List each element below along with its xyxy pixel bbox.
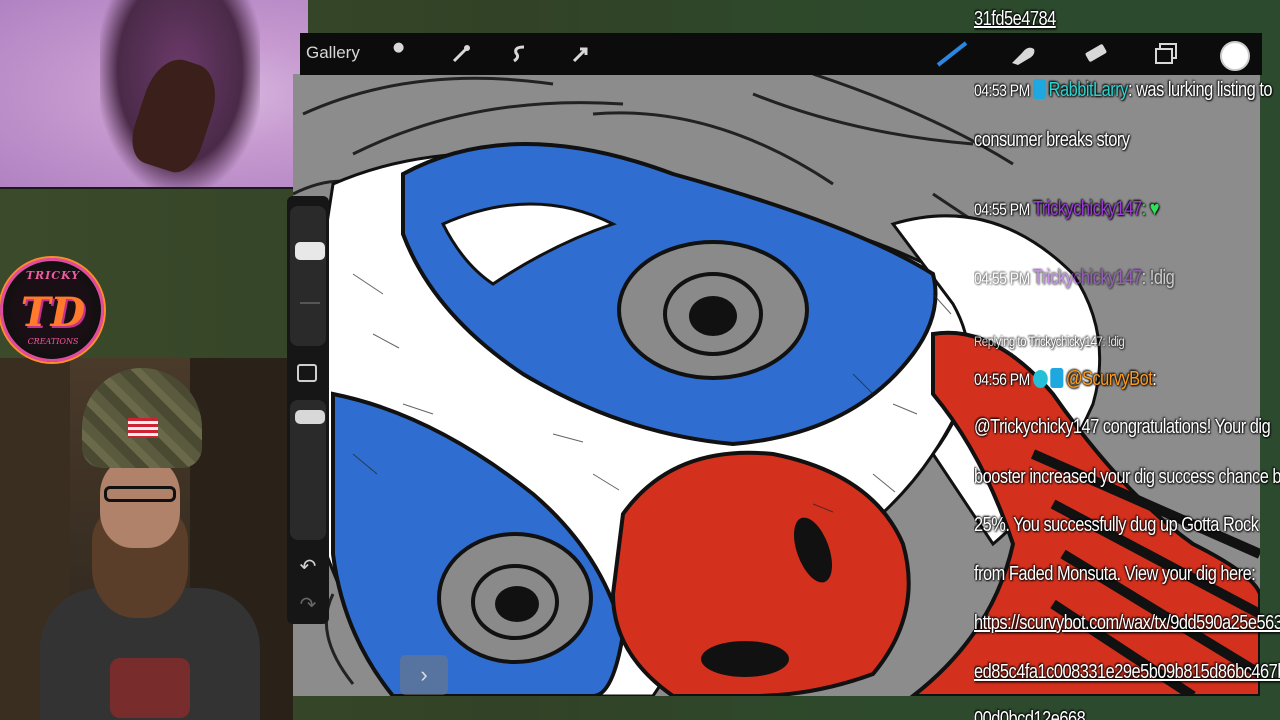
artwork-pupil-top bbox=[689, 296, 737, 336]
chat-text: : was lurking listing to bbox=[1127, 79, 1273, 101]
channel-logo: TRICKY TD CREATIONS bbox=[0, 258, 104, 362]
flag-patch bbox=[128, 418, 158, 438]
performer-webcam bbox=[0, 0, 308, 189]
artwork-pupil-bottom bbox=[495, 586, 539, 622]
redo-icon[interactable]: ↷ bbox=[293, 592, 323, 618]
transform-arrow-icon[interactable] bbox=[568, 41, 594, 67]
expand-button[interactable]: › bbox=[400, 655, 448, 695]
streamer-webcam bbox=[0, 358, 293, 720]
brush-icon[interactable] bbox=[936, 41, 968, 67]
shirt-print bbox=[110, 658, 190, 718]
chat-message: 04:53 PM RabbitLarry: was lurking listing… bbox=[974, 77, 1273, 104]
chat-username[interactable]: Trickychicky147 bbox=[1033, 267, 1142, 289]
chat-username[interactable]: @ScurvyBot bbox=[1066, 368, 1153, 390]
chat-link[interactable]: 00d0bcd12e668 bbox=[974, 706, 1225, 720]
chat-message-continued: consumer breaks story bbox=[974, 129, 1130, 151]
opacity-knob[interactable] bbox=[295, 410, 325, 424]
streamer-glasses bbox=[104, 486, 176, 502]
chat-timestamp: 04:55 PM bbox=[974, 269, 1030, 288]
artwork-nostril-2 bbox=[701, 641, 789, 677]
chat-overlay: 31fd5e4784 04:53 PM RabbitLarry: was lurk… bbox=[974, 0, 1280, 720]
chat-text-line: @Trickychicky147 congratulations! Your d… bbox=[974, 416, 1271, 438]
chat-text-line: booster increased your dig success chanc… bbox=[974, 466, 1280, 488]
streamer-face bbox=[100, 458, 180, 548]
procreate-sidebar: ↶ ↷ bbox=[287, 196, 329, 624]
brush-size-knob[interactable] bbox=[295, 242, 325, 260]
logo-bottom-text: CREATIONS bbox=[27, 337, 79, 346]
badge-icon bbox=[1033, 79, 1047, 99]
logo-arc-text: TRICKY bbox=[25, 269, 81, 282]
chat-message: 04:55 PM Trickychicky147: !dig bbox=[974, 265, 1225, 292]
chat-link[interactable]: ed85c4fa1c008331e29e5b09b815d86bc467b6 bbox=[974, 659, 1280, 685]
badge-icon bbox=[1050, 368, 1064, 388]
stream-scene: Gallery ↶ ↷ › TRICKY TD CREATIONS 31fd5e… bbox=[0, 0, 1280, 720]
slider-divider bbox=[300, 302, 320, 304]
chat-text: : !dig bbox=[1141, 267, 1175, 289]
selection-s-icon[interactable] bbox=[506, 41, 532, 67]
brush-size-slider[interactable] bbox=[290, 206, 326, 346]
chat-link[interactable]: https://scurvybot.com/wax/tx/9dd590a25e5… bbox=[974, 610, 1280, 636]
wrench-icon[interactable] bbox=[386, 41, 412, 67]
chat-timestamp: 04:53 PM bbox=[974, 81, 1030, 100]
chat-timestamp: 04:56 PM bbox=[974, 370, 1030, 389]
chat-text-line: 25%. You successfully dug up Gotta Rock bbox=[974, 514, 1259, 536]
bot-badge-icon bbox=[1033, 370, 1048, 388]
chat-link-fragment[interactable]: 31fd5e4784 bbox=[974, 6, 1225, 32]
heart-emote: : ♥ bbox=[1141, 198, 1160, 220]
chat-text-line: from Faded Monsuta. View your dig here: bbox=[974, 563, 1256, 585]
chat-username[interactable]: RabbitLarry bbox=[1049, 79, 1129, 101]
undo-icon[interactable]: ↶ bbox=[293, 554, 323, 580]
modify-button[interactable] bbox=[297, 364, 317, 382]
chat-timestamp: 04:55 PM bbox=[974, 200, 1030, 219]
magic-wand-icon[interactable] bbox=[448, 41, 474, 67]
opacity-slider[interactable] bbox=[290, 400, 326, 540]
gallery-button[interactable]: Gallery bbox=[306, 43, 360, 63]
chat-message: 04:55 PM Trickychicky147: ♥ bbox=[974, 196, 1225, 223]
chat-reply-context: Replying to Trickychicky147: !dig bbox=[974, 333, 1125, 349]
chat-message: 04:56 PM @ScurvyBot: bbox=[974, 368, 1157, 390]
logo-monogram: TD bbox=[20, 289, 86, 336]
chat-username[interactable]: Trickychicky147 bbox=[1033, 198, 1142, 220]
